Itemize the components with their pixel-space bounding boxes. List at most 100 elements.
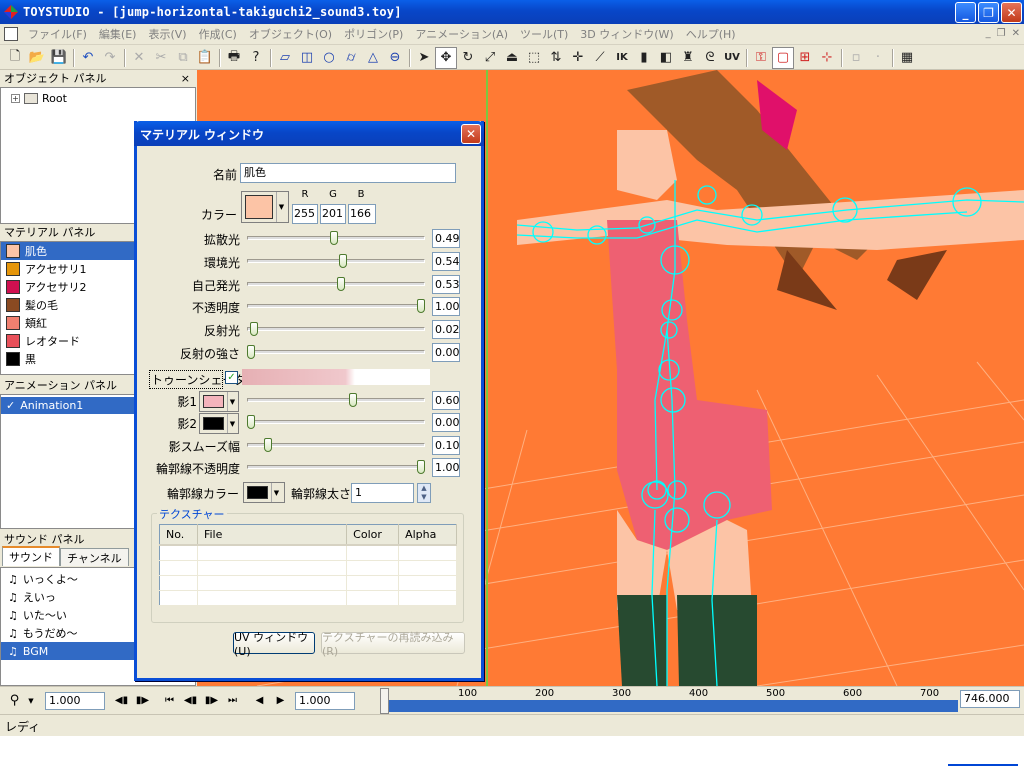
slider-value[interactable]: 0.53 [432,275,460,294]
minimize-button[interactable]: _ [955,2,976,23]
shadow2-color-picker[interactable]: ▼ [199,413,239,434]
col-no[interactable]: No. [159,524,198,546]
menu-create[interactable]: 作成(C) [193,26,243,42]
save-icon[interactable]: 💾 [48,47,70,69]
scale-icon[interactable]: ⤢ [479,47,501,69]
table-row[interactable] [159,590,457,606]
menu-tools[interactable]: ツール(T) [514,26,574,42]
property-slider[interactable] [247,297,425,315]
step-forward-icon[interactable]: ▮▶ [201,691,222,711]
dropdown-arrow-icon[interactable]: ▼ [227,414,237,433]
cone-icon[interactable]: △ [362,47,384,69]
mesh-icon[interactable]: ⊞ [794,47,816,69]
col-file[interactable]: File [197,524,348,546]
undo-icon[interactable]: ↶ [77,47,99,69]
slider-thumb[interactable] [247,415,255,429]
slider-thumb[interactable] [337,277,346,291]
shadow-smooth-value[interactable]: 0.10 [432,436,460,455]
menu-polygon[interactable]: ポリゴン(P) [338,26,409,42]
tab-channel[interactable]: チャンネル [60,548,129,566]
uv-icon[interactable]: UV [721,47,743,69]
slider-thumb[interactable] [330,231,339,245]
property-slider[interactable] [247,343,425,361]
col-alpha[interactable]: Alpha [398,524,457,546]
open-icon[interactable]: 📂 [26,47,48,69]
uv-window-button[interactable]: UV ウィンドウ(U) [233,631,315,658]
cube-icon[interactable]: ◫ [296,47,318,69]
slider-value[interactable]: 0.54 [432,252,460,271]
tree-item-root[interactable]: + Root [1,90,195,106]
property-slider[interactable] [247,229,425,247]
print-icon[interactable]: 🖶 [223,47,245,69]
menu-object[interactable]: オブジェクト(O) [243,26,338,42]
bar-a-icon[interactable]: ▮ [633,47,655,69]
r-field[interactable]: 255 [292,204,318,224]
copy-icon[interactable]: ⧉ [172,47,194,69]
first-frame-icon[interactable]: ⏮ [159,691,180,711]
col-color[interactable]: Color [346,524,400,546]
slider-thumb[interactable] [338,254,347,268]
outline-opacity-slider[interactable] [247,458,425,476]
slider-value[interactable]: 0.00 [432,343,460,362]
dropdown-arrow-icon[interactable]: ▼ [276,192,286,222]
property-slider[interactable] [247,320,425,338]
bar-b-icon[interactable]: ◧ [655,47,677,69]
help-icon[interactable]: ? [245,47,267,69]
outline-width-spinner[interactable]: ▲ ▼ [417,483,431,503]
play-icon[interactable]: ▶ [270,691,291,711]
mdi-minimize-icon[interactable]: _ [986,28,991,39]
outline-color-picker[interactable]: ▼ [243,482,285,503]
name-field[interactable]: 肌色 [240,163,456,183]
bone-select-icon[interactable]: ⚿ [750,47,772,69]
delete-icon[interactable]: ✕ [128,47,150,69]
axes-icon[interactable]: ⊹ [816,47,838,69]
shadow1-color-picker[interactable]: ▼ [199,391,239,412]
slider-thumb[interactable] [417,460,425,474]
property-slider[interactable] [247,252,425,270]
end-frame-field[interactable]: 746.000 [960,690,1020,708]
extrude-icon[interactable]: ⏏ [501,47,523,69]
b-field[interactable]: 166 [348,204,376,224]
mdi-close-icon[interactable]: ✕ [1012,28,1020,39]
mdi-restore-icon[interactable]: ❐ [997,28,1006,39]
cut-icon[interactable]: ✂ [150,47,172,69]
circle-icon[interactable]: ○ [318,47,340,69]
g-field[interactable]: 201 [320,204,346,224]
rect-icon[interactable]: ▱ [274,47,296,69]
outline-opacity-value[interactable]: 1.00 [432,458,460,477]
color-picker[interactable]: ▼ [241,191,289,223]
step-back-icon[interactable]: ◀▮ [180,691,201,711]
tab-sound[interactable]: サウンド [2,546,60,566]
shadow1-slider[interactable] [247,391,425,409]
torus-icon[interactable]: ⊖ [384,47,406,69]
panel-close-icon[interactable]: × [181,70,190,87]
timeline-playhead[interactable] [380,688,389,714]
paste-icon[interactable]: 📋 [194,47,216,69]
texture-table[interactable]: No. File Color Alpha [159,524,457,606]
slider-value[interactable]: 1.00 [432,297,460,316]
blank-a-icon[interactable]: ▫ [845,47,867,69]
table-row[interactable] [159,575,457,591]
move-icon[interactable]: ✥ [435,46,457,69]
outline-width-field[interactable]: 1 [351,483,414,503]
play-reverse-icon[interactable]: ◀ [249,691,270,711]
slider-thumb[interactable] [417,299,425,313]
timeline-ruler[interactable]: 100 200 300 400 500 600 700 [380,688,958,714]
dropdown-arrow-icon[interactable]: ▼ [25,691,37,711]
stamp-icon[interactable]: ♜ [677,47,699,69]
slider-thumb[interactable] [247,345,255,359]
current-frame-field[interactable]: 1.000 [295,691,355,710]
edit-icon[interactable]: ⬚ [523,47,545,69]
redo-icon[interactable]: ↷ [99,47,121,69]
menu-file[interactable]: ファイル(F) [22,26,93,42]
shadow2-value[interactable]: 0.00 [432,413,460,432]
cylinder-icon[interactable]: ⌭ [340,47,362,69]
dialog-close-button[interactable]: ✕ [461,124,481,144]
menu-animation[interactable]: アニメーション(A) [409,26,514,42]
shadow1-value[interactable]: 0.60 [432,391,460,410]
reload-texture-button[interactable]: テクスチャーの再読み込み(R) [321,631,465,658]
toon-shader-checkbox[interactable]: ✓ [225,371,238,384]
twist-icon[interactable]: ᘓ [699,47,721,69]
box-select-icon[interactable]: ▢ [772,46,794,69]
expand-icon[interactable]: + [11,93,20,103]
